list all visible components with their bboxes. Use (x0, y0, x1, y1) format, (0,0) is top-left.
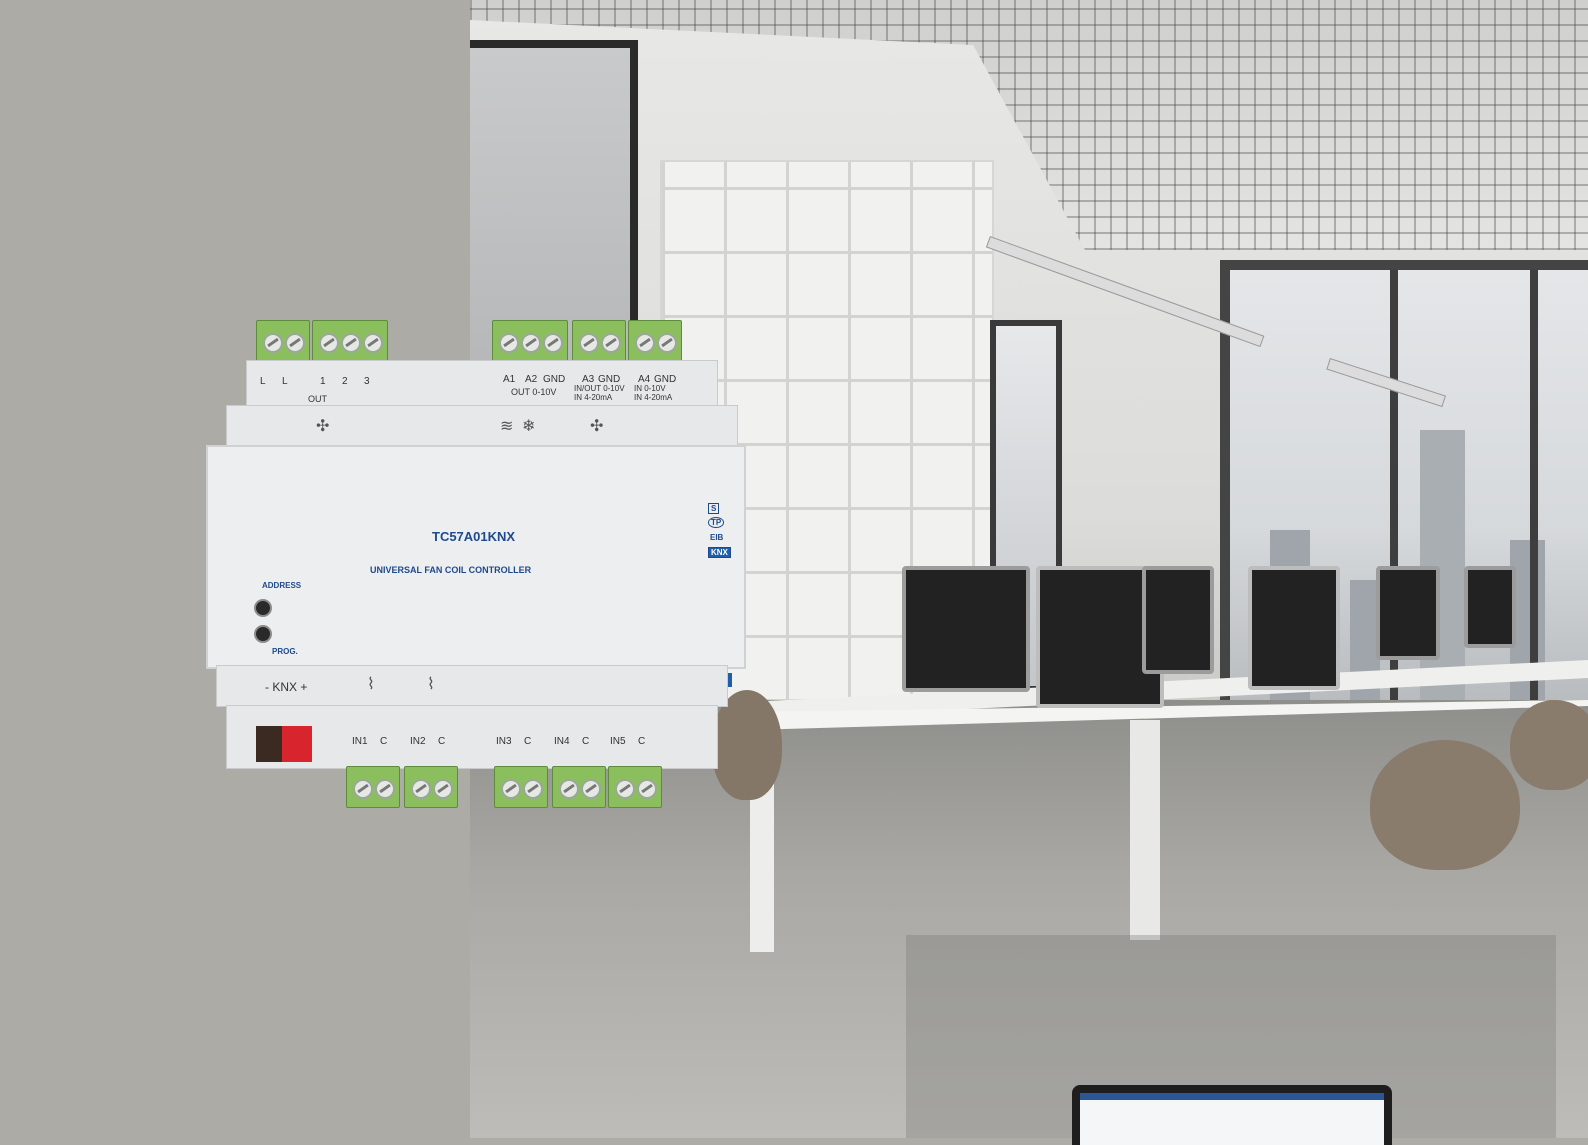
terminal-desc: IN 0-10V (634, 384, 666, 393)
terminal-block (312, 320, 388, 362)
input-label: C (524, 736, 532, 747)
address-label: ADDRESS (262, 581, 302, 590)
screw (635, 333, 655, 353)
terminal-label: L (260, 376, 266, 387)
fan-icon: ✣ (590, 418, 604, 435)
snowflake-icon: ❄ (522, 418, 536, 435)
prog-button[interactable] (254, 625, 272, 643)
out-group-label: OUT (308, 394, 327, 404)
office-chair (1370, 740, 1520, 870)
terminal-block (346, 766, 400, 808)
terminal-desc: IN/OUT 0-10V (574, 384, 625, 393)
input-label: C (438, 736, 446, 747)
input-label: C (582, 736, 590, 747)
laptop (1072, 1085, 1392, 1145)
model-number: TC57A01KNX (432, 529, 516, 544)
screw (523, 779, 543, 799)
desk-leg (1130, 720, 1160, 940)
computer-monitor (1248, 566, 1340, 690)
terminal-block (492, 320, 568, 362)
computer-monitor (1464, 566, 1516, 648)
terminal-label: 1 (320, 376, 326, 387)
input-label: IN5 (610, 736, 626, 747)
computer-monitor (1142, 566, 1214, 674)
screw (319, 333, 339, 353)
knx-badge: KNX (708, 547, 731, 558)
screw (601, 333, 621, 353)
terminal-block (256, 320, 310, 362)
laptop-screen (1080, 1093, 1384, 1145)
housing-upper (226, 405, 738, 447)
screw (363, 333, 383, 353)
input-label: IN3 (496, 736, 512, 747)
terminal-block (572, 320, 626, 362)
screw (375, 779, 395, 799)
address-button[interactable] (254, 599, 272, 617)
terminal-label: GND (543, 374, 566, 385)
screw (543, 333, 563, 353)
terminal-label: L (282, 376, 288, 387)
thermistor-icon: ⌇ (367, 676, 375, 693)
screw (501, 779, 521, 799)
terminal-block (404, 766, 458, 808)
terminal-label: 2 (342, 376, 348, 387)
screw (411, 779, 431, 799)
front-panel: eelectron TC57A01KNX UNIVERSAL FAN COIL … (206, 445, 746, 687)
screw (559, 779, 579, 799)
out-range-label: OUT 0-10V (511, 387, 557, 397)
knx-connector-black (256, 726, 282, 762)
screw (615, 779, 635, 799)
terminal-block (608, 766, 662, 808)
screw (263, 333, 283, 353)
knx-connector-red (282, 726, 312, 762)
terminal-label: A2 (525, 374, 538, 385)
tp-badge: TP (708, 517, 725, 528)
input-label: C (638, 736, 646, 747)
terminal-label: 3 (364, 376, 370, 387)
computer-monitor (902, 566, 1030, 692)
terminal-desc: IN 4-20mA (574, 393, 613, 402)
housing-lower: - KNX + ⌇ ⌇ (216, 665, 728, 707)
screw (433, 779, 453, 799)
screw (581, 779, 601, 799)
screw (579, 333, 599, 353)
terminal-label: A1 (503, 374, 516, 385)
terminal-desc: IN 4-20mA (634, 393, 673, 402)
screw (353, 779, 373, 799)
knx-bus-connector[interactable] (254, 720, 314, 764)
screw (341, 333, 361, 353)
terminal-block (494, 766, 548, 808)
terminal-block (628, 320, 682, 362)
input-label: IN2 (410, 736, 426, 747)
input-label: IN1 (352, 736, 368, 747)
screw (657, 333, 677, 353)
thermistor-icon: ⌇ (427, 676, 435, 693)
terminal-block (552, 766, 606, 808)
device-description: UNIVERSAL FAN COIL CONTROLLER (370, 565, 532, 575)
prog-label: PROG. (272, 647, 298, 656)
fan-icon: ✣ (316, 418, 330, 435)
office-chair (1510, 700, 1588, 790)
computer-monitor (1376, 566, 1440, 660)
eib-badge: EIB (710, 533, 724, 542)
screw (499, 333, 519, 353)
screw (521, 333, 541, 353)
knx-device: L L 1 2 3 OUT A1 A2 GND OUT 0-10V A3 GND… (206, 320, 746, 810)
s-badge: S (708, 503, 720, 514)
laptop-titlebar (1080, 1093, 1384, 1100)
heat-icon: ≋ (500, 418, 514, 435)
knx-label: - KNX + (265, 680, 308, 694)
input-label: IN4 (554, 736, 570, 747)
screw (637, 779, 657, 799)
screw (285, 333, 305, 353)
input-label: C (380, 736, 388, 747)
